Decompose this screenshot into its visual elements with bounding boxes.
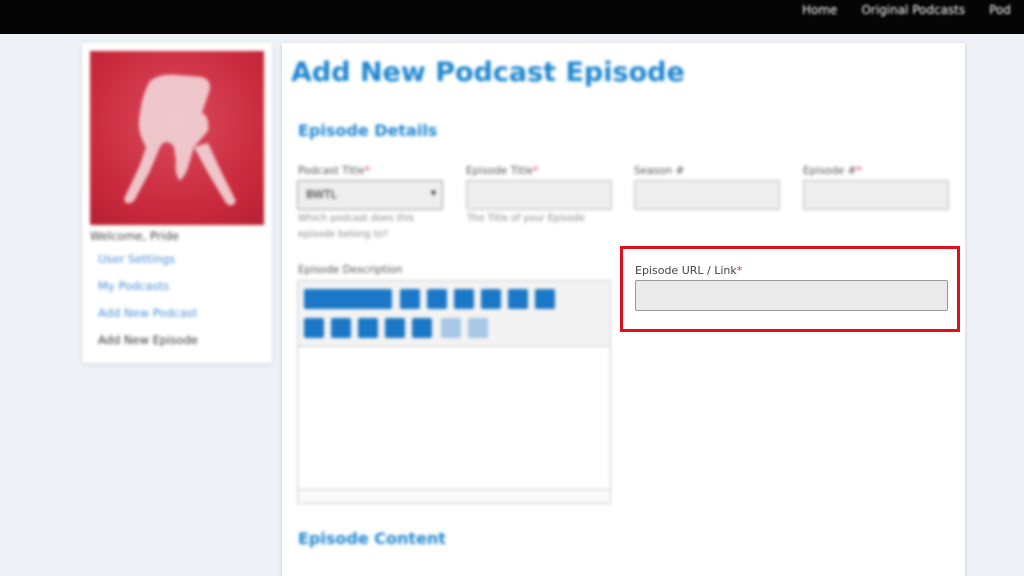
nav-original-podcasts-link[interactable]: Original Podcasts [861, 3, 965, 17]
episode-number-input[interactable] [803, 180, 949, 210]
sidebar-item-add-new-episode[interactable]: Add New Episode [98, 332, 198, 359]
episode-title-label-text: Episode Title [466, 165, 534, 177]
hand-sign-image [124, 74, 236, 206]
season-label: Season # [634, 165, 685, 177]
numbered-list-button[interactable] [535, 289, 555, 309]
required-marker: * [364, 165, 370, 177]
sidebar-item-add-new-podcast[interactable]: Add New Podcast [98, 305, 198, 332]
link-button[interactable] [385, 318, 405, 338]
italic-button[interactable] [427, 289, 447, 309]
podcast-title-help: Which podcast does this episode belong t… [298, 213, 414, 240]
strike-button[interactable] [481, 289, 501, 309]
episode-title-help: The Title of your Episode [467, 213, 585, 224]
required-marker: * [533, 165, 539, 177]
section-title-details: Episode Details [298, 121, 438, 140]
required-marker: * [856, 165, 862, 177]
season-input[interactable] [634, 180, 780, 210]
format-dropdown-button[interactable] [304, 289, 392, 309]
underline-button[interactable] [454, 289, 474, 309]
required-marker: * [736, 264, 743, 277]
description-editor[interactable] [297, 280, 611, 504]
episode-url-label: Episode URL / Link* [635, 264, 742, 277]
episode-url-label-text: Episode URL / Link [635, 264, 737, 277]
podcast-title-label: Podcast Title* [298, 165, 370, 177]
podcast-title-selected: BWTL [306, 188, 337, 201]
user-avatar [90, 51, 264, 225]
podcast-title-select[interactable]: BWTL ▾ [297, 180, 443, 210]
list-button[interactable] [508, 289, 528, 309]
undo-button[interactable] [441, 318, 461, 338]
sidebar-item-user-settings[interactable]: User Settings [98, 251, 198, 278]
chevron-down-icon: ▾ [430, 188, 436, 199]
description-label: Episode Description [298, 264, 403, 276]
sidebar-item-my-podcasts[interactable]: My Podcasts [98, 278, 198, 305]
episode-title-input[interactable] [466, 180, 612, 210]
editor-toolbar [298, 281, 610, 347]
sidebar-menu: User Settings My Podcasts Add New Podcas… [98, 251, 198, 359]
episode-title-label: Episode Title* [466, 165, 538, 177]
page-title: Add New Podcast Episode [291, 57, 685, 88]
top-nav: Home Original Podcasts Pod [802, 3, 1024, 17]
episode-number-label-text: Episode # [803, 165, 857, 177]
sidebar: Welcome, Pride User Settings My Podcasts… [82, 43, 272, 363]
bold-button[interactable] [400, 289, 420, 309]
nav-podcasts-link[interactable]: Pod [989, 3, 1011, 17]
align-center-button[interactable] [331, 318, 351, 338]
unlink-button[interactable] [412, 318, 432, 338]
top-navbar: Home Original Podcasts Pod [0, 0, 1024, 34]
nav-home-link[interactable]: Home [802, 3, 837, 17]
welcome-text: Welcome, Pride [90, 229, 179, 243]
podcast-title-label-text: Podcast Title [298, 165, 365, 177]
align-right-button[interactable] [358, 318, 378, 338]
section-title-content: Episode Content [298, 529, 446, 548]
align-left-button[interactable] [304, 318, 324, 338]
episode-number-label: Episode #* [803, 165, 862, 177]
episode-url-input[interactable] [635, 280, 948, 311]
episode-url-highlight: Episode URL / Link* [620, 246, 960, 332]
editor-resize-bar[interactable] [298, 489, 610, 503]
redo-button[interactable] [468, 318, 488, 338]
